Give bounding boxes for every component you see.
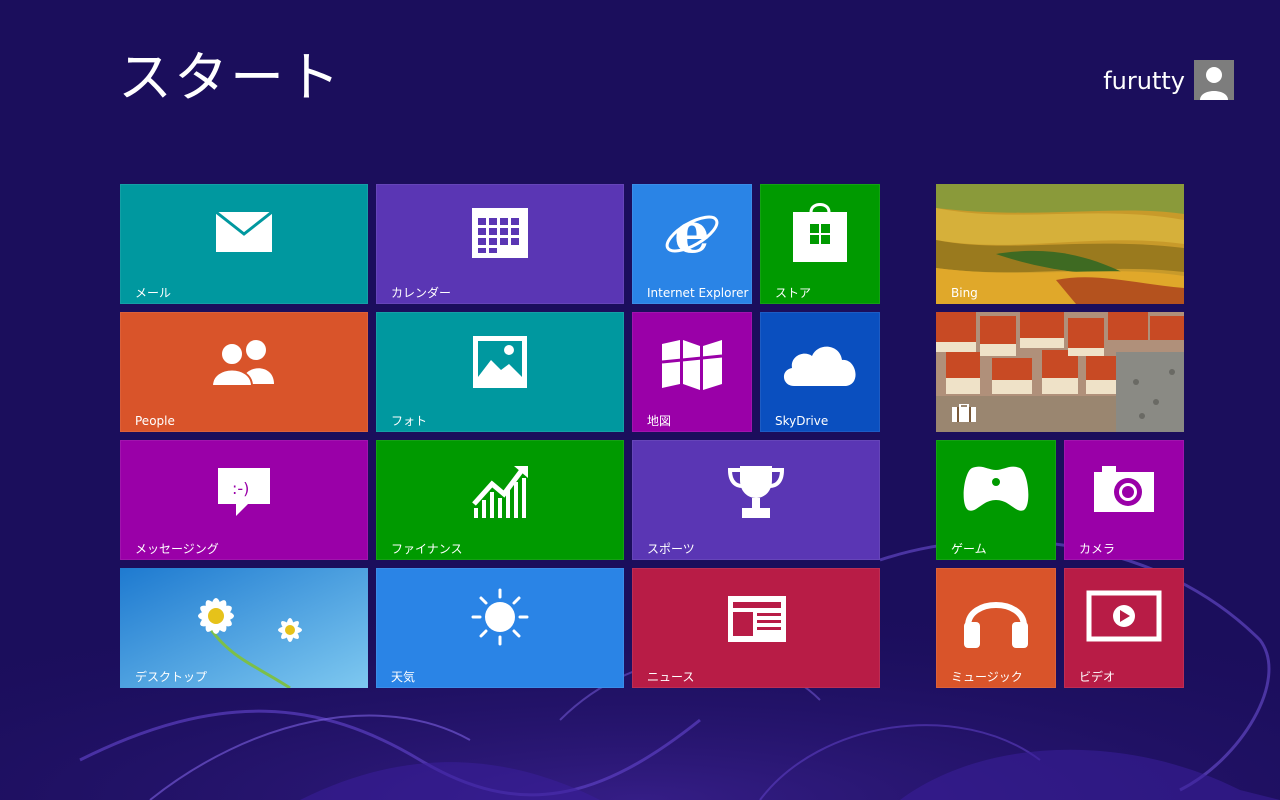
tile-label-news: ニュース [647, 670, 695, 684]
tile-label-store: ストア [775, 286, 812, 300]
tile-label-desktop: デスクトップ [135, 670, 208, 684]
start-screen-title: スタート [118, 46, 342, 109]
trophy-icon [728, 466, 784, 518]
tile-sports[interactable]: スポーツ [632, 440, 880, 560]
map-icon [661, 340, 723, 390]
tile-messaging[interactable]: :-) メッセージング [120, 440, 368, 560]
tile-label-finance: ファイナンス [391, 542, 463, 556]
tile-travel[interactable] [936, 312, 1184, 432]
mail-icon [216, 212, 272, 252]
internet-explorer-icon: e [665, 204, 719, 264]
tile-label-internet-explorer: Internet Explorer [647, 286, 749, 300]
user-avatar-icon[interactable] [1194, 60, 1234, 100]
tile-label-bing: Bing [951, 286, 978, 300]
tile-weather[interactable]: 天気 [376, 568, 624, 688]
tile-label-sports: スポーツ [647, 542, 695, 556]
tile-finance[interactable]: ファイナンス [376, 440, 624, 560]
tile-internet-explorer[interactable]: e Internet Explorer [632, 184, 752, 304]
tile-label-skydrive: SkyDrive [775, 414, 829, 428]
tile-photos[interactable]: フォト [376, 312, 624, 432]
headphones-icon [964, 602, 1028, 648]
tile-label-weather: 天気 [391, 670, 416, 684]
tile-label-music: ミュージック [951, 670, 1023, 684]
chart-icon [472, 466, 528, 518]
suitcase-icon [952, 404, 976, 422]
tile-skydrive[interactable]: SkyDrive [760, 312, 880, 432]
tile-label-people: People [135, 414, 175, 428]
tile-label-mail: メール [135, 286, 172, 300]
photo-icon [473, 336, 527, 388]
tile-label-messaging: メッセージング [135, 542, 219, 556]
people-icon [212, 340, 274, 386]
tile-mail[interactable]: メール [120, 184, 368, 304]
sun-icon [471, 588, 529, 646]
tile-store[interactable]: ストア [760, 184, 880, 304]
tile-bing[interactable]: Bing [936, 184, 1184, 304]
user-name[interactable]: furutty [1103, 66, 1185, 96]
play-screen-icon [1086, 590, 1162, 642]
tile-label-maps: 地図 [647, 414, 672, 428]
cloud-icon [783, 346, 856, 386]
camera-icon [1094, 466, 1154, 512]
tile-label-photos: フォト [391, 414, 428, 428]
newspaper-icon [728, 596, 786, 642]
svg-text::-): :-) [232, 479, 249, 498]
tile-label-video: ビデオ [1079, 670, 1116, 684]
tile-maps[interactable]: 地図 [632, 312, 752, 432]
calendar-icon [472, 208, 528, 258]
tile-calendar[interactable]: カレンダー [376, 184, 624, 304]
tile-news[interactable]: ニュース [632, 568, 880, 688]
store-bag-icon [793, 203, 847, 262]
tile-label-games: ゲーム [951, 542, 987, 556]
tile-video[interactable]: ビデオ [1064, 568, 1184, 688]
tile-desktop[interactable]: デスクトップ [120, 568, 368, 688]
tile-music[interactable]: ミュージック [936, 568, 1056, 688]
tile-games[interactable]: ゲーム [936, 440, 1056, 560]
tile-camera[interactable]: カメラ [1064, 440, 1184, 560]
tile-label-camera: カメラ [1079, 542, 1116, 556]
controller-icon [963, 466, 1029, 511]
chat-bubble-icon: :-) [218, 468, 270, 516]
svg-text:e: e [674, 204, 710, 264]
tile-label-calendar: カレンダー [391, 286, 452, 300]
tile-people[interactable]: People [120, 312, 368, 432]
